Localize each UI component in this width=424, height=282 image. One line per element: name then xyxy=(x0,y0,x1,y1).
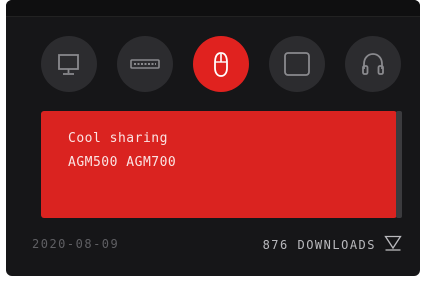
category-tabs xyxy=(41,34,401,94)
monitor-icon xyxy=(54,49,84,79)
category-monitor-button[interactable] xyxy=(41,36,97,92)
mousepad-icon xyxy=(282,49,312,79)
keyboard-icon xyxy=(129,49,161,79)
share-item-panel[interactable]: Cool sharing AGM500 AGM700 xyxy=(41,111,397,218)
share-device-list: AGM500 AGM700 xyxy=(68,155,177,170)
headphones-icon xyxy=(358,49,388,79)
mouse-icon xyxy=(206,49,236,79)
category-mouse-button[interactable] xyxy=(193,36,249,92)
download-count: 876 DOWNLOADS xyxy=(262,238,376,252)
share-date: 2020-08-09 xyxy=(32,237,120,251)
panel-scrollbar[interactable] xyxy=(396,111,402,218)
category-mousepad-button[interactable] xyxy=(269,36,325,92)
download-control[interactable]: 876 DOWNLOADS xyxy=(263,235,402,255)
category-headphones-button[interactable] xyxy=(345,36,401,92)
share-card: Cool sharing AGM500 AGM700 2020-08-09 87… xyxy=(6,0,420,276)
top-bar xyxy=(6,0,420,17)
share-title: Cool sharing xyxy=(68,131,168,146)
category-keyboard-button[interactable] xyxy=(117,36,173,92)
download-icon[interactable] xyxy=(384,235,402,255)
